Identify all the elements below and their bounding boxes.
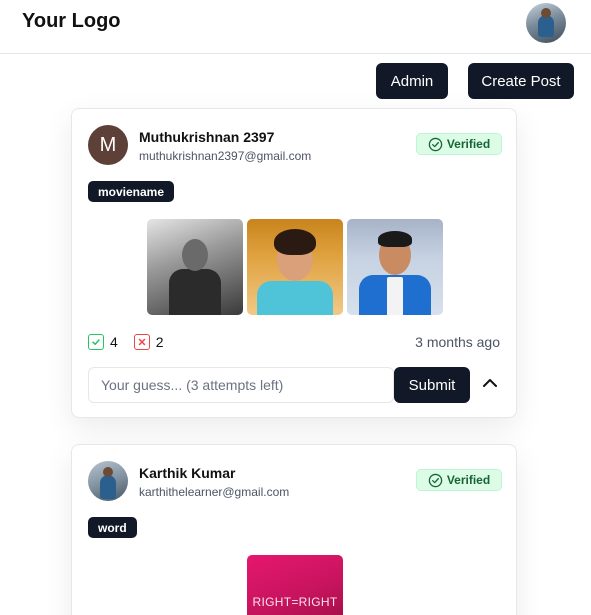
wrong-count: 2	[155, 334, 164, 350]
post-card: M Muthukrishnan 2397 muthukrishnan2397@g…	[71, 108, 517, 418]
author-avatar[interactable]	[88, 461, 128, 501]
post-image-1[interactable]: RIGHT=RIGHT	[247, 555, 343, 615]
category-tag: word	[88, 517, 137, 538]
admin-button[interactable]: Admin	[376, 63, 448, 99]
avatar-head	[103, 467, 113, 477]
avatar-head	[541, 8, 551, 18]
avatar-figure	[538, 15, 554, 37]
avatar-figure	[100, 475, 116, 499]
category-tag: moviename	[88, 181, 175, 202]
verified-badge: Verified	[416, 469, 502, 491]
post-image-1[interactable]	[147, 219, 243, 315]
author-avatar[interactable]: M	[88, 125, 128, 165]
author-name: Karthik Kumar	[139, 465, 236, 481]
user-avatar[interactable]	[526, 3, 566, 43]
post-card: Karthik Kumar karthithelearner@gmail.com…	[71, 444, 517, 615]
verified-label: Verified	[446, 473, 491, 487]
guess-input[interactable]	[88, 367, 394, 403]
submit-button[interactable]: Submit	[394, 367, 470, 403]
check-circle-icon	[428, 473, 443, 487]
post-image-3[interactable]	[347, 219, 443, 315]
author-email: muthukrishnan2397@gmail.com	[139, 149, 312, 163]
verified-label: Verified	[446, 137, 491, 151]
author-name: Muthukrishnan 2397	[139, 129, 275, 145]
guess-stats: 4 2	[88, 333, 180, 351]
post-timestamp: 3 months ago	[415, 334, 500, 350]
verified-badge: Verified	[416, 133, 502, 155]
image-caption: RIGHT=RIGHT	[252, 595, 338, 609]
top-header: Your Logo	[0, 0, 591, 54]
x-square-icon	[133, 334, 150, 350]
chevron-up-icon[interactable]	[480, 373, 500, 393]
author-email: karthithelearner@gmail.com	[139, 485, 290, 499]
create-post-button[interactable]: Create Post	[468, 63, 574, 99]
check-square-icon	[88, 334, 104, 350]
check-circle-icon	[428, 137, 443, 151]
correct-count: 4	[110, 334, 118, 350]
post-image-2[interactable]	[247, 219, 343, 315]
site-logo[interactable]: Your Logo	[22, 10, 121, 33]
